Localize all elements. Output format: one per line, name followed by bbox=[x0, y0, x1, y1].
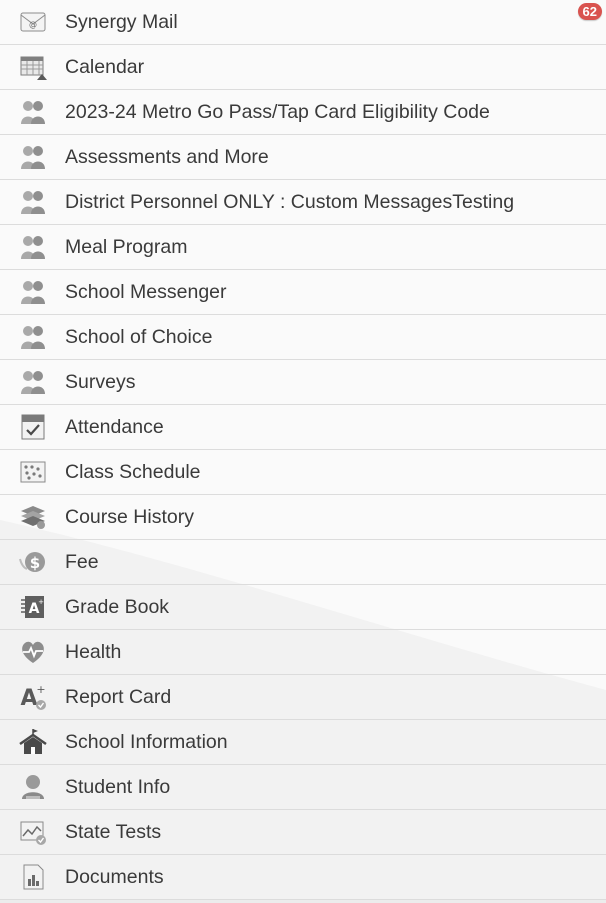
student-info-icon bbox=[11, 765, 55, 809]
group-icon bbox=[11, 315, 55, 359]
menu-item-school-messenger[interactable]: School Messenger bbox=[0, 270, 606, 315]
svg-text:$: $ bbox=[30, 554, 40, 572]
menu-item-label: Fee bbox=[65, 550, 99, 573]
menu-item-label: Surveys bbox=[65, 370, 136, 393]
menu-item-label: School of Choice bbox=[65, 325, 213, 348]
menu-item-label: Class Schedule bbox=[65, 460, 201, 483]
menu-item-assessments[interactable]: Assessments and More bbox=[0, 135, 606, 180]
class-schedule-icon bbox=[11, 450, 55, 494]
group-icon bbox=[11, 270, 55, 314]
menu-item-class-schedule[interactable]: Class Schedule bbox=[0, 450, 606, 495]
group-icon bbox=[11, 180, 55, 224]
menu-item-label: Grade Book bbox=[65, 595, 170, 618]
menu-item-label: School Messenger bbox=[65, 280, 227, 303]
menu-item-label: State Tests bbox=[65, 820, 162, 843]
documents-icon bbox=[11, 855, 55, 899]
grade-book-icon: A + bbox=[11, 585, 55, 629]
calendar-icon bbox=[11, 45, 55, 89]
menu-item-school-information[interactable]: School Information bbox=[0, 720, 606, 765]
menu-item-health[interactable]: Health bbox=[0, 630, 606, 675]
menu-item-documents[interactable]: Documents bbox=[0, 855, 606, 900]
menu-item-label: Synergy Mail bbox=[65, 10, 178, 33]
menu-item-surveys[interactable]: Surveys bbox=[0, 360, 606, 405]
menu-item-attendance[interactable]: Attendance bbox=[0, 405, 606, 450]
menu-item-label: District Personnel ONLY : Custom Message… bbox=[65, 190, 515, 213]
menu-item-student-info[interactable]: Student Info bbox=[0, 765, 606, 810]
menu-item-course-history[interactable]: Course History bbox=[0, 495, 606, 540]
attendance-icon bbox=[11, 405, 55, 449]
state-tests-icon bbox=[11, 810, 55, 854]
svg-text:+: + bbox=[38, 598, 44, 606]
menu-item-synergy-mail[interactable]: @ Synergy Mail 62 bbox=[0, 0, 606, 45]
menu-item-state-tests[interactable]: State Tests bbox=[0, 810, 606, 855]
menu-item-label: Health bbox=[65, 640, 122, 663]
menu-item-label: Course History bbox=[65, 505, 194, 528]
menu-item-label: Attendance bbox=[65, 415, 164, 438]
menu-item-label: Report Card bbox=[65, 685, 172, 708]
group-icon bbox=[11, 90, 55, 134]
menu-item-grade-book[interactable]: A + Grade Book bbox=[0, 585, 606, 630]
menu-item-calendar[interactable]: Calendar bbox=[0, 45, 606, 90]
group-icon bbox=[11, 360, 55, 404]
course-history-icon bbox=[11, 495, 55, 539]
menu-item-label: Documents bbox=[65, 865, 164, 888]
menu-item-label: Meal Program bbox=[65, 235, 188, 258]
group-icon bbox=[11, 225, 55, 269]
svg-text:A: A bbox=[20, 686, 37, 711]
report-card-icon: A + bbox=[11, 675, 55, 719]
menu-item-label: Assessments and More bbox=[65, 145, 269, 168]
unread-count-badge: 62 bbox=[577, 3, 602, 20]
group-icon bbox=[11, 135, 55, 179]
menu-item-label: Calendar bbox=[65, 55, 145, 78]
menu-item-label: 2023-24 Metro Go Pass/Tap Card Eligibili… bbox=[65, 100, 490, 123]
menu-item-school-of-choice[interactable]: School of Choice bbox=[0, 315, 606, 360]
mail-icon: @ bbox=[11, 0, 55, 44]
menu-item-label: Student Info bbox=[65, 775, 171, 798]
menu-item-fee[interactable]: $ Fee bbox=[0, 540, 606, 585]
menu-item-metro-go-pass[interactable]: 2023-24 Metro Go Pass/Tap Card Eligibili… bbox=[0, 90, 606, 135]
menu-item-report-card[interactable]: A + Report Card bbox=[0, 675, 606, 720]
navigation-menu: @ Synergy Mail 62 Calendar 2023-24 Metro… bbox=[0, 0, 606, 900]
menu-item-label: School Information bbox=[65, 730, 228, 753]
svg-text:+: + bbox=[36, 683, 45, 696]
school-information-icon bbox=[11, 720, 55, 764]
menu-item-district-personnel[interactable]: District Personnel ONLY : Custom Message… bbox=[0, 180, 606, 225]
menu-item-meal-program[interactable]: Meal Program bbox=[0, 225, 606, 270]
fee-icon: $ bbox=[11, 540, 55, 584]
health-icon bbox=[11, 630, 55, 674]
svg-text:@: @ bbox=[29, 20, 37, 29]
